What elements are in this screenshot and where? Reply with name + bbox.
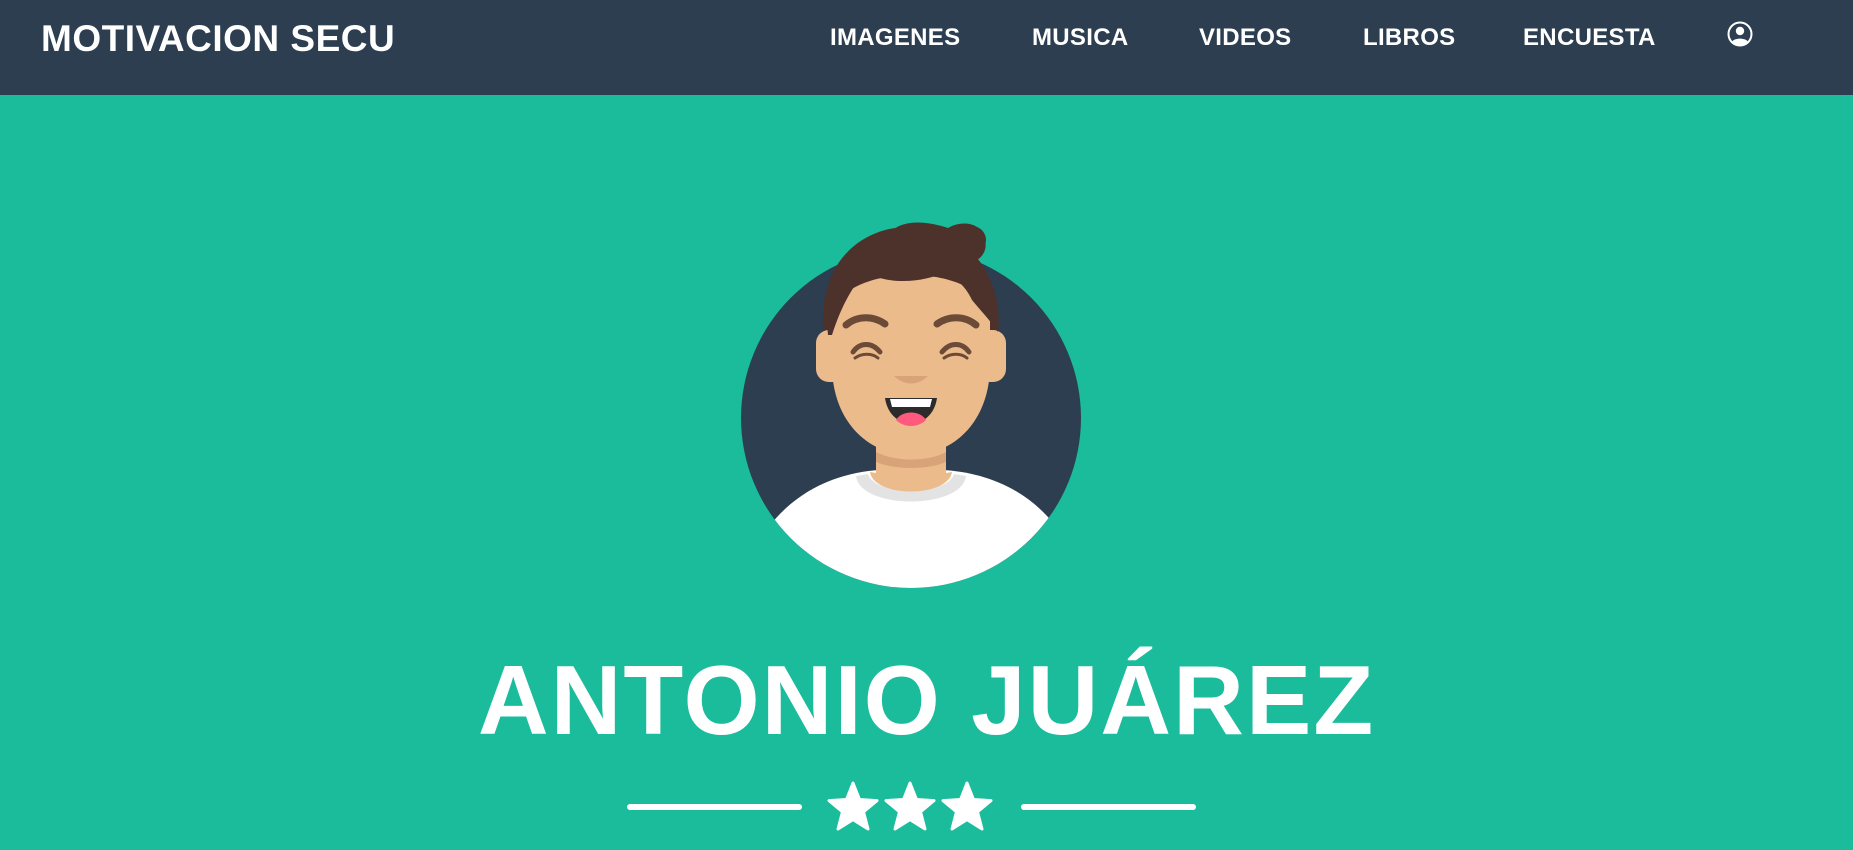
nav-link-videos[interactable]: VIDEOS xyxy=(1199,26,1292,50)
star-divider xyxy=(0,778,1853,838)
user-circle-icon[interactable] xyxy=(1727,21,1753,47)
navbar: MOTIVACION SECU IMAGENES MUSICA VIDEOS L… xyxy=(0,0,1853,95)
nav-link-imagenes[interactable]: IMAGENES xyxy=(830,26,960,50)
divider-line-right xyxy=(1021,804,1196,810)
avatar-illustration xyxy=(741,222,1081,588)
page-title-name: ANTONIO JUÁREZ xyxy=(477,645,1376,755)
nav-link-libros[interactable]: LIBROS xyxy=(1363,26,1455,50)
divider-line-left xyxy=(627,804,802,810)
nav-link-musica[interactable]: MUSICA xyxy=(1032,26,1128,50)
nav-link-encuesta[interactable]: ENCUESTA xyxy=(1523,26,1656,50)
nav-menu: IMAGENES MUSICA VIDEOS LIBROS ENCUESTA xyxy=(0,0,1853,95)
star-icon xyxy=(827,781,993,831)
